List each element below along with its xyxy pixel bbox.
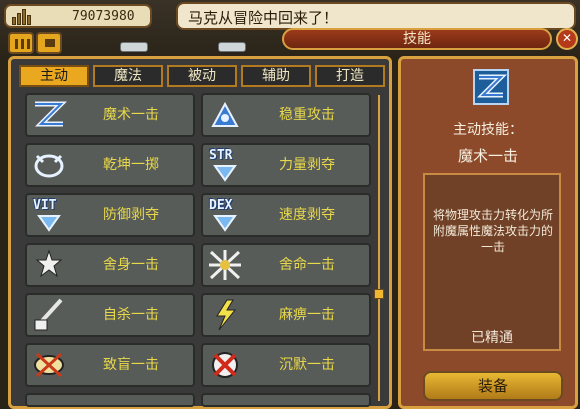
skill-name: 力量剥夺 [279,157,335,173]
mastery-status: 已精通 [471,330,513,346]
skill-slot[interactable]: 致盲一击 [25,343,195,387]
skill-name: 麻痹一击 [279,307,335,323]
skill-name: 自杀一击 [103,307,159,323]
skill-slot[interactable]: 魔术一击 [25,93,195,137]
skill-type-label: 主动技能： [453,122,523,138]
skill-name: 舍身一击 [103,257,159,273]
skill-name: 舍命一击 [279,257,335,273]
skill-description: 将物理攻击力转化为所附魔属性魔法攻击力的一击 [432,208,553,254]
skill-slot[interactable]: VIT 防御剥夺 [25,193,195,237]
skill-slot[interactable] [25,393,195,407]
magic-bolt-icon [31,98,68,132]
vit-down-icon: VIT [31,198,67,232]
skill-slot[interactable]: 沉默一击 [201,343,371,387]
skill-tabs: 主动 魔法 被动 辅助 打造 [19,65,385,87]
tab-active[interactable]: 主动 [19,65,89,87]
decor-pill [218,42,246,52]
tab-magic[interactable]: 魔法 [93,65,163,87]
skill-slot[interactable]: 麻痹一击 [201,293,371,337]
magic-bolt-icon [473,69,509,105]
silence-icon [207,348,243,382]
scroll-thumb[interactable] [374,289,384,299]
scroll-track [378,95,380,401]
skill-detail-panel: 主动技能： 魔术一击 将物理攻击力转化为所附魔属性魔法攻击力的一击 已精通 装备 [398,56,578,409]
skill-name: 致盲一击 [103,357,159,373]
skill-slot[interactable]: 稳重攻击 [201,93,371,137]
dex-down-icon: DEX [207,198,243,232]
skill-slot[interactable]: 自杀一击 [25,293,195,337]
skill-name: 魔术一击 [103,107,159,123]
throw-icon [31,148,67,182]
sacrifice-icon [31,248,67,282]
heavy-strike-icon [207,98,243,132]
skill-list-panel: 主动 魔法 被动 辅助 打造 魔术一击 稳重攻击 乾坤一掷 STR 力量剥夺 V… [8,56,392,409]
desperate-strike-icon [207,248,243,282]
skill-name: 速度剥夺 [279,207,335,223]
gold-display: 79073980 [4,4,152,28]
skill-name: 防御剥夺 [103,207,159,223]
tab-craft[interactable]: 打造 [315,65,385,87]
skill-slot[interactable]: 舍命一击 [201,243,371,287]
skill-slot[interactable]: DEX 速度剥夺 [201,193,371,237]
menu-button-1[interactable] [8,32,34,54]
skill-name: 沉默一击 [279,357,335,373]
skill-detail-name: 魔术一击 [457,147,518,165]
skill-list-scrollbar[interactable] [373,95,385,401]
decor-pill [120,42,148,52]
blind-icon [31,348,67,382]
close-button[interactable]: ✕ [556,28,578,50]
top-hud: 79073980 马克从冒险中回来了！ 技能 ✕ [0,0,580,56]
paralyze-icon [207,298,243,332]
close-icon: ✕ [561,31,573,45]
tab-support[interactable]: 辅助 [241,65,311,87]
skill-slot[interactable]: 乾坤一掷 [25,143,195,187]
skill-description-box: 将物理攻击力转化为所附魔属性魔法攻击力的一击 已精通 [423,173,561,351]
gold-stack-icon [12,7,32,25]
tab-passive[interactable]: 被动 [167,65,237,87]
skill-slot[interactable] [201,393,371,407]
suicide-strike-icon [31,298,67,332]
equip-button[interactable]: 装备 [423,371,563,401]
str-down-icon: STR [207,148,243,182]
gold-amount: 79073980 [72,8,135,24]
window-title: 技能 [282,28,552,50]
menu-button-2[interactable] [36,32,62,54]
skill-slot[interactable]: STR 力量剥夺 [201,143,371,187]
skill-name: 乾坤一掷 [103,157,159,173]
event-message: 马克从冒险中回来了！ [176,2,576,30]
skill-slot[interactable]: 舍身一击 [25,243,195,287]
skill-name: 稳重攻击 [279,107,335,123]
